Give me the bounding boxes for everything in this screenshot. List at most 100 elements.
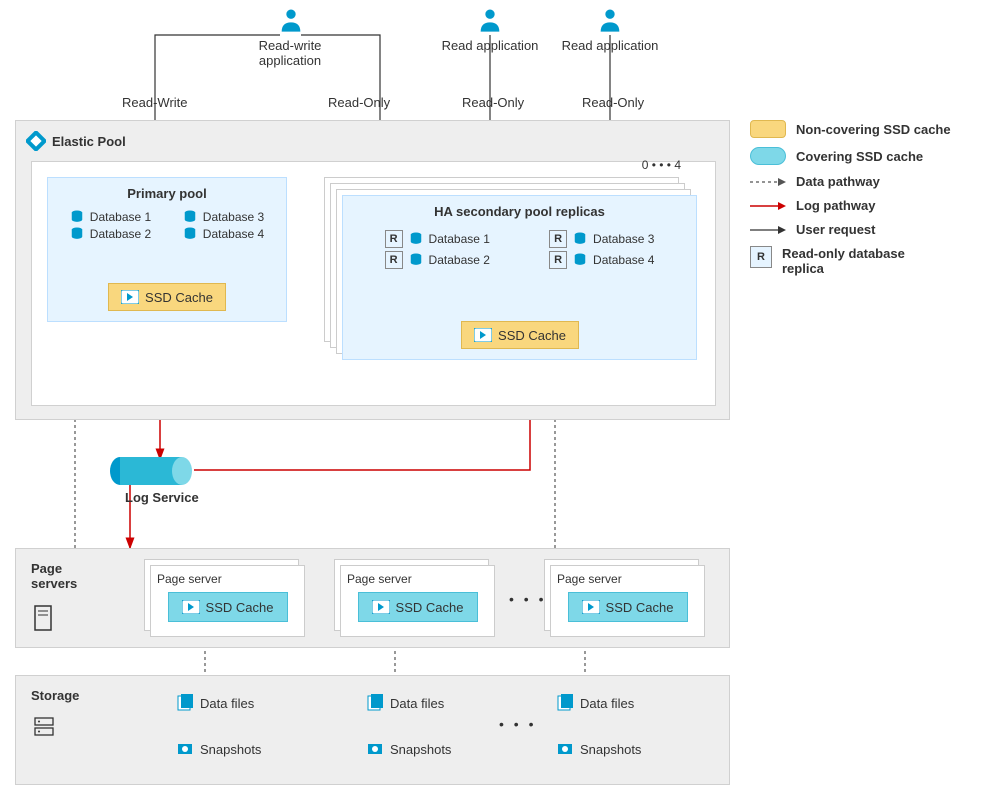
legend-label: Log pathway — [796, 198, 875, 213]
log-service-label: Log Service — [125, 490, 199, 505]
db-label: Database 4 — [593, 253, 654, 267]
database-icon — [409, 232, 423, 246]
user-read2-label: Read application — [560, 38, 660, 53]
legend-label: Data pathway — [796, 174, 880, 189]
database-icon — [573, 253, 587, 267]
storage-ellipsis: • • • — [499, 716, 536, 732]
database-icon — [70, 210, 84, 224]
page-server-cache-3: SSD Cache — [568, 592, 688, 622]
database-icon — [573, 232, 587, 246]
log-service-icon — [108, 455, 194, 487]
page-server-2: Page server SSD Cache — [340, 565, 495, 637]
page-servers-title: Page servers — [31, 561, 77, 591]
secondary-ssd-cache: SSD Cache — [461, 321, 579, 349]
legend-data-pathway: Data pathway — [750, 174, 975, 189]
legend-red-arrow — [750, 200, 786, 212]
snapshots-icon — [556, 740, 574, 758]
primary-ssd-cache: SSD Cache — [108, 283, 226, 311]
data-files-row: Data files — [366, 694, 451, 712]
secondary-pool: HA secondary pool replicas R Database 1 R… — [342, 195, 697, 360]
primary-pool-title: Primary pool — [48, 178, 286, 201]
secondary-db-1: R Database 1 — [385, 230, 490, 248]
db-label: Database 1 — [429, 232, 490, 246]
user-readwrite — [277, 6, 305, 34]
page-server-label: Page server — [557, 572, 698, 586]
page-server-label: Page server — [157, 572, 298, 586]
arrow-label-readonly3: Read-Only — [582, 95, 644, 110]
legend-swatch-yellow — [750, 120, 786, 138]
legend-covering: Covering SSD cache — [750, 147, 975, 165]
data-files-label: Data files — [200, 696, 254, 711]
snapshots-label: Snapshots — [390, 742, 451, 757]
storage-icon — [33, 716, 55, 738]
ssd-label: SSD Cache — [206, 600, 274, 615]
legend-label: Covering SSD cache — [796, 149, 923, 164]
db-label: Database 3 — [203, 210, 264, 224]
database-icon — [70, 227, 84, 241]
database-icon — [183, 227, 197, 241]
snapshots-row: Snapshots — [556, 740, 641, 758]
secondary-pool-title: HA secondary pool replicas — [343, 196, 696, 219]
user-readwrite-label: Read-write application — [240, 38, 340, 68]
data-files-label: Data files — [390, 696, 444, 711]
db-label: Database 4 — [203, 227, 264, 241]
legend-log-pathway: Log pathway — [750, 198, 975, 213]
page-server-ellipsis: • • • — [509, 591, 546, 607]
storage-col-1: Data files Snapshots — [176, 691, 261, 761]
r-badge: R — [549, 230, 567, 248]
db-label: Database 2 — [429, 253, 490, 267]
data-files-label: Data files — [580, 696, 634, 711]
legend-swatch-cyan — [750, 147, 786, 165]
data-files-icon — [366, 694, 384, 712]
legend-user-request: User request — [750, 222, 975, 237]
secondary-db-2: RDatabase 2 — [385, 251, 490, 269]
elastic-pool-inner: Primary pool Database 1 Database 2 Datab… — [31, 161, 716, 406]
data-files-icon — [176, 694, 194, 712]
ssd-icon — [121, 290, 139, 304]
snapshots-row: Snapshots — [366, 740, 451, 758]
ssd-icon — [182, 600, 200, 614]
page-server-3: Page server SSD Cache — [550, 565, 705, 637]
snapshots-icon — [366, 740, 384, 758]
user-icon — [596, 6, 624, 34]
snapshots-label: Snapshots — [580, 742, 641, 757]
storage-title: Storage — [31, 688, 79, 703]
ssd-label: SSD Cache — [396, 600, 464, 615]
legend-r-badge: R — [750, 246, 772, 268]
user-read2 — [596, 6, 624, 34]
legend-black-arrow — [750, 224, 786, 236]
primary-pool: Primary pool Database 1 Database 2 Datab… — [47, 177, 287, 322]
secondary-pool-stack: 0 • • • 4 HA secondary pool replicas RDa… — [324, 162, 699, 362]
secondary-db-4: RDatabase 4 — [549, 251, 654, 269]
legend-non-covering: Non-covering SSD cache — [750, 120, 975, 138]
r-badge: R — [385, 230, 403, 248]
db-label: Database 1 — [90, 210, 151, 224]
arrow-label-readwrite: Read-Write — [122, 95, 188, 110]
ssd-label: SSD Cache — [606, 600, 674, 615]
legend-label: User request — [796, 222, 875, 237]
page-server-1: Page server SSD Cache — [150, 565, 305, 637]
legend: Non-covering SSD cache Covering SSD cach… — [750, 120, 975, 285]
primary-db-1: Database 1 — [70, 210, 151, 224]
ssd-icon — [372, 600, 390, 614]
database-icon — [183, 210, 197, 224]
primary-db-3: Database 3 — [183, 210, 264, 224]
page-server-cache-2: SSD Cache — [358, 592, 478, 622]
server-icon — [33, 604, 53, 632]
elastic-pool-title: Elastic Pool — [52, 134, 126, 149]
primary-db-2: Database 2 — [70, 227, 151, 241]
snapshots-icon — [176, 740, 194, 758]
user-icon — [476, 6, 504, 34]
primary-db-4: Database 4 — [183, 227, 264, 241]
replica-range-label: 0 • • • 4 — [642, 158, 681, 172]
arrow-label-readonly1: Read-Only — [328, 95, 390, 110]
legend-label: Read-only database replica — [782, 246, 905, 276]
user-read1 — [476, 6, 504, 34]
page-server-label: Page server — [347, 572, 488, 586]
ssd-label: SSD Cache — [498, 328, 566, 343]
user-icon — [277, 6, 305, 34]
secondary-db-3: RDatabase 3 — [549, 230, 654, 248]
log-service — [108, 455, 194, 490]
elastic-pool-icon — [26, 131, 46, 151]
legend-readonly-replica: R Read-only database replica — [750, 246, 975, 276]
